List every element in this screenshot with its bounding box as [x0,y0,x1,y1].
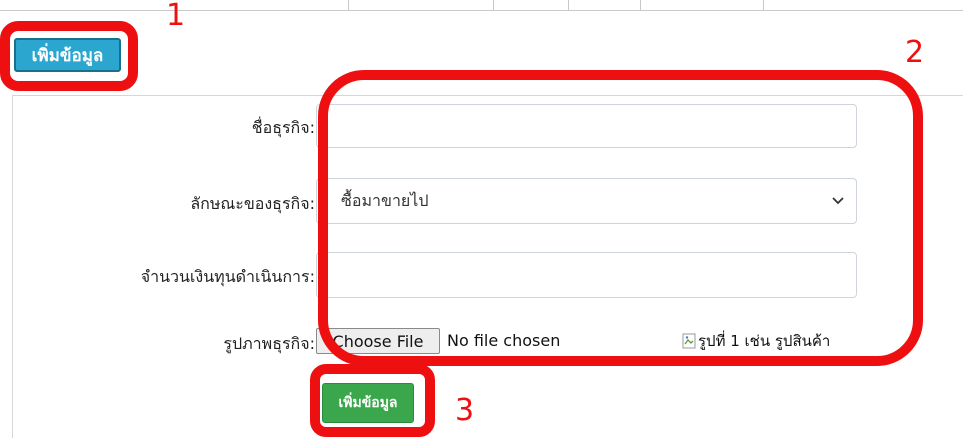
table-divider [348,0,349,10]
business-name-label: ชื่อธุรกิจ: [251,118,315,137]
business-image-label: รูปภาพธุรกิจ: [223,334,315,353]
table-divider [640,0,641,10]
annotation-number-1: 1 [166,0,186,33]
annotation-box-2 [318,70,923,366]
annotation-box-1 [0,21,138,91]
table-divider [568,0,569,10]
business-type-label: ลักษณะของธุรกิจ: [190,194,315,213]
table-divider [493,0,494,10]
annotation-number-2: 2 [905,35,925,70]
annotation-number-3: 3 [455,393,475,428]
top-table-edge [0,0,963,11]
capital-label: จำนวนเงินทุนดำเนินการ: [140,267,315,286]
annotation-box-3 [310,364,435,437]
table-divider [763,0,764,10]
